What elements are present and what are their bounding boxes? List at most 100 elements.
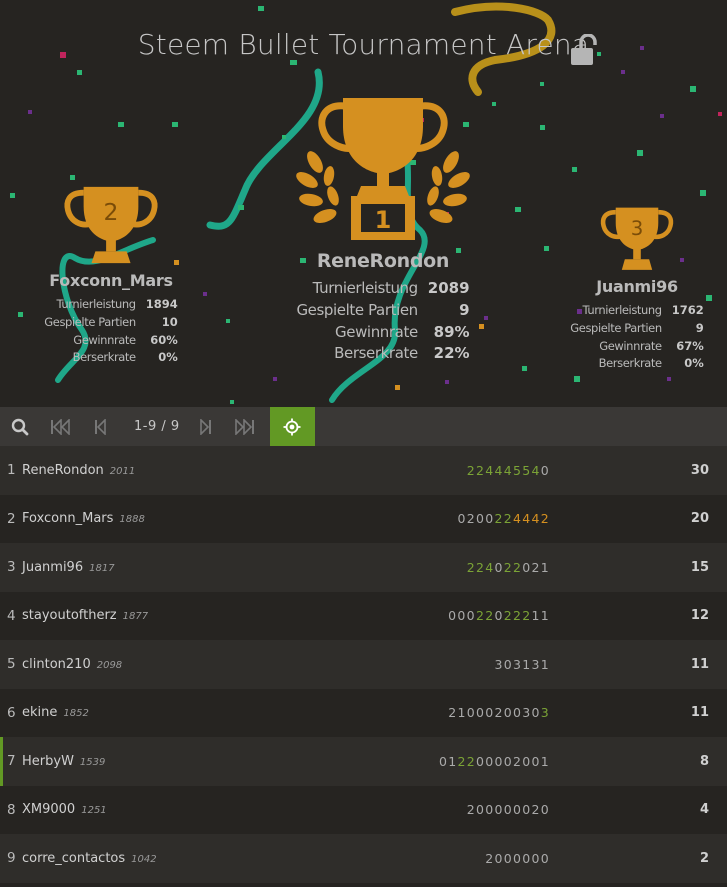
score-sheet: 224022021 bbox=[387, 560, 667, 575]
prev-page-button[interactable] bbox=[80, 407, 120, 446]
stat-label: Turnierleistung bbox=[312, 279, 419, 297]
next-page-button[interactable] bbox=[192, 407, 220, 446]
row-player[interactable]: Foxconn_Mars 1888 bbox=[22, 511, 387, 526]
score-sheet-segment: 021 bbox=[522, 559, 550, 575]
standings-row[interactable]: 4 stayoutoftherz 1877 00022022211 12 bbox=[0, 591, 727, 640]
player-name[interactable]: ReneRondon bbox=[22, 463, 104, 478]
trophy-2-icon: 2 bbox=[64, 186, 158, 264]
row-rank: 9 bbox=[7, 850, 16, 867]
podium-first-place: 1 ReneRondon Turnierleistung 2089 Gespiel… bbox=[268, 92, 498, 365]
first-page-icon bbox=[51, 418, 70, 435]
player-name[interactable]: ekine bbox=[22, 705, 57, 720]
row-player[interactable]: corre_contactos 1042 bbox=[22, 851, 387, 866]
standings-row[interactable]: 7 HerbyW 1539 012200002001 8 bbox=[0, 737, 727, 786]
standings-row[interactable]: 8 XM9000 1251 200000020 4 bbox=[0, 785, 727, 834]
stat-label: Gespielte Partien bbox=[296, 300, 418, 319]
player-name[interactable]: clinton210 bbox=[22, 657, 91, 672]
score-sheet: 2000000 bbox=[387, 851, 667, 866]
row-player[interactable]: Juanmi96 1817 bbox=[22, 560, 387, 575]
row-player[interactable]: ReneRondon 2011 bbox=[22, 463, 387, 478]
score-sheet-segment: 2100020030 bbox=[448, 705, 541, 721]
score-sheet-segment: 22 bbox=[457, 753, 476, 769]
player-name[interactable]: XM9000 bbox=[22, 802, 75, 817]
player-name[interactable]: Foxconn_Mars bbox=[22, 511, 113, 526]
score-sheet-segment: 22444554 bbox=[466, 462, 541, 478]
player-name[interactable]: corre_contactos bbox=[22, 851, 125, 866]
row-total: 11 bbox=[690, 656, 709, 672]
row-player[interactable]: XM9000 1251 bbox=[22, 802, 387, 817]
page-info: 1-9 / 9 bbox=[134, 419, 180, 434]
stat-value: 9 bbox=[459, 300, 470, 319]
last-page-button[interactable] bbox=[220, 407, 270, 446]
podium-third-name[interactable]: Juanmi96 bbox=[545, 277, 727, 296]
player-name[interactable]: HerbyW bbox=[22, 754, 74, 769]
standings-pager: 1-9 / 9 bbox=[0, 407, 727, 446]
search-button[interactable] bbox=[0, 407, 40, 446]
standings-row[interactable]: 5 clinton210 2098 303131 11 bbox=[0, 640, 727, 689]
next-page-icon bbox=[199, 418, 211, 435]
podium: Steem Bullet Tournament Arena 2 Foxconn_… bbox=[0, 0, 727, 407]
podium-second-name[interactable]: Foxconn_Mars bbox=[16, 271, 206, 290]
score-sheet: 303131 bbox=[387, 657, 667, 672]
player-rating: 1877 bbox=[122, 611, 149, 623]
score-sheet: 200000020 bbox=[387, 802, 667, 817]
score-sheet-segment: 224 bbox=[466, 559, 495, 575]
podium-second-stats: Turnierleistung 1894 Gespielte Partien 10 … bbox=[44, 296, 177, 367]
score-sheet-segment: 00002001 bbox=[475, 753, 550, 769]
jump-to-me-button[interactable] bbox=[269, 407, 315, 446]
row-player[interactable]: clinton210 2098 bbox=[22, 657, 387, 672]
unlocked-lock-icon bbox=[571, 34, 597, 65]
podium-third-place: 3 Juanmi96 Turnierleistung 1762 Gespielte… bbox=[545, 203, 727, 373]
stat-label: Gespielte Partien bbox=[44, 314, 136, 329]
score-sheet-segment: 0 bbox=[494, 608, 504, 624]
player-rating: 2011 bbox=[109, 465, 136, 477]
row-rank: 2 bbox=[7, 510, 16, 527]
last-page-icon bbox=[234, 418, 254, 435]
stat-label: Berserkrate bbox=[334, 344, 418, 363]
row-rank: 8 bbox=[7, 801, 16, 818]
standings-row[interactable]: 2 Foxconn_Mars 1888 0200224442 20 bbox=[0, 494, 727, 543]
podium-first-name[interactable]: ReneRondon bbox=[268, 250, 498, 272]
row-rank: 3 bbox=[7, 559, 16, 576]
stat-label: Gewinnrate bbox=[73, 332, 136, 347]
player-name[interactable]: Juanmi96 bbox=[22, 560, 83, 575]
score-sheet-segment: 0 bbox=[494, 559, 504, 575]
row-rank: 4 bbox=[7, 607, 16, 624]
row-rank: 1 bbox=[7, 462, 16, 479]
podium-second-place: 2 Foxconn_Mars Turnierleistung 1894 Gespi… bbox=[16, 181, 206, 367]
stat-label: Berserkrate bbox=[72, 350, 137, 365]
stat-value: 0% bbox=[684, 356, 704, 371]
row-player[interactable]: stayoutoftherz 1877 bbox=[22, 608, 387, 623]
trophy-3-icon: 3 bbox=[600, 207, 674, 270]
crosshair-icon bbox=[283, 418, 301, 435]
stat-value: 89% bbox=[433, 322, 470, 341]
standings-row[interactable]: 9 corre_contactos 1042 2000000 2 bbox=[0, 834, 727, 883]
row-player[interactable]: ekine 1852 bbox=[22, 705, 387, 720]
score-sheet-segment: 0200 bbox=[457, 511, 495, 527]
first-page-button[interactable] bbox=[40, 407, 80, 446]
trophy-2-number: 2 bbox=[104, 198, 119, 226]
score-sheet: 012200002001 bbox=[387, 754, 667, 769]
player-rating: 2098 bbox=[96, 659, 123, 671]
row-player[interactable]: HerbyW 1539 bbox=[22, 754, 387, 769]
player-rating: 1539 bbox=[79, 756, 106, 768]
stat-label: Gespielte Partien bbox=[570, 320, 662, 335]
standings-row[interactable]: 1 ReneRondon 2011 224445540 30 bbox=[0, 446, 727, 495]
row-rank: 5 bbox=[7, 656, 16, 673]
row-rank: 7 bbox=[7, 753, 16, 770]
prev-page-icon bbox=[95, 418, 106, 435]
trophy-3-number: 3 bbox=[631, 217, 644, 240]
tournament-title-wrap: Steem Bullet Tournament Arena bbox=[0, 28, 727, 61]
podium-third-stats: Turnierleistung 1762 Gespielte Partien 9 G… bbox=[570, 302, 703, 373]
player-name[interactable]: stayoutoftherz bbox=[22, 608, 117, 623]
score-sheet: 21000200303 bbox=[387, 705, 667, 720]
row-total: 4 bbox=[699, 802, 709, 818]
score-sheet-segment: 3 bbox=[540, 705, 550, 721]
standings-row[interactable]: 6 ekine 1852 21000200303 11 bbox=[0, 688, 727, 737]
score-sheet-segment: 2000000 bbox=[485, 850, 550, 866]
row-rank: 6 bbox=[7, 704, 16, 721]
stat-value: 22% bbox=[433, 344, 470, 363]
search-icon bbox=[11, 418, 29, 435]
stat-value: 9 bbox=[695, 320, 704, 335]
standings-row[interactable]: 3 Juanmi96 1817 224022021 15 bbox=[0, 543, 727, 592]
